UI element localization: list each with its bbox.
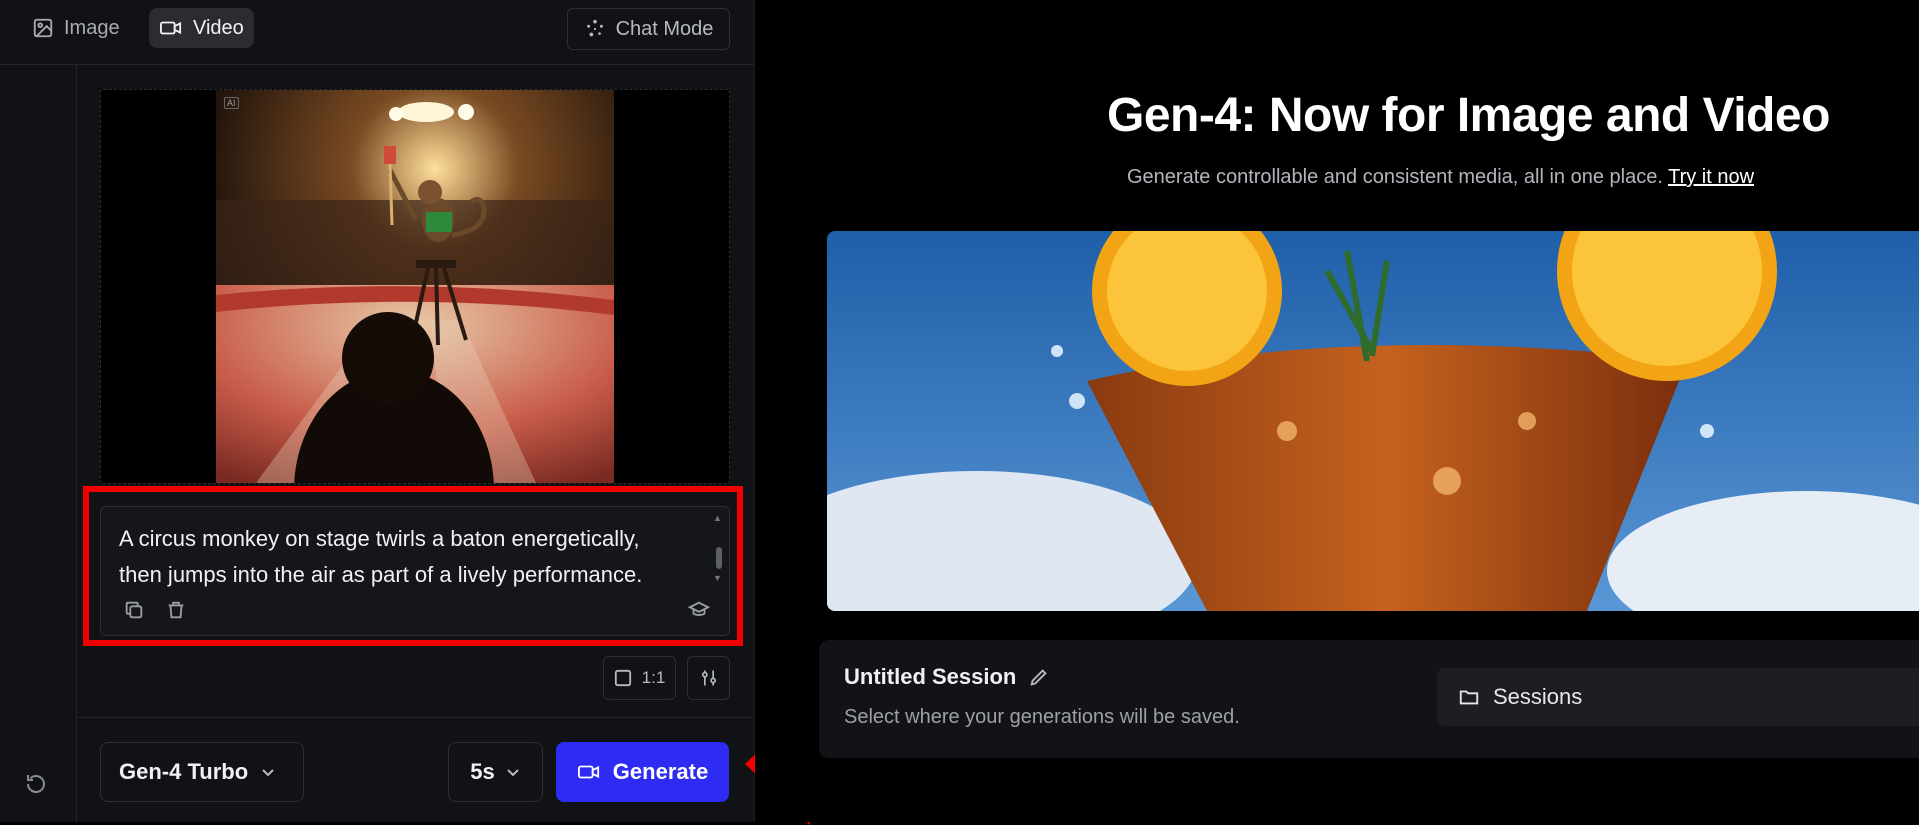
duration-select[interactable]: 5s: [448, 742, 543, 802]
aspect-ratio-button[interactable]: 1:1: [603, 656, 676, 700]
ai-badge: AI: [224, 97, 239, 109]
hero-subtitle-text: Generate controllable and consistent med…: [1127, 166, 1663, 188]
video-icon: [160, 21, 182, 35]
tab-video[interactable]: Video: [149, 8, 254, 48]
image-icon: [33, 18, 53, 38]
chat-mode-button[interactable]: Chat Mode: [567, 8, 730, 50]
session-title[interactable]: Untitled Session: [844, 664, 1050, 690]
generate-label: Generate: [612, 759, 709, 784]
aspect-ratio-label: 1:1: [641, 668, 666, 687]
hero-title: Gen-4: Now for Image and Video: [1107, 89, 1830, 142]
sessions-select[interactable]: Sessions: [1437, 668, 1919, 726]
tab-image[interactable]: Image: [22, 8, 130, 48]
sparkle-dots-icon: [586, 19, 603, 37]
hero-subtitle: Generate controllable and consistent med…: [1127, 166, 1754, 189]
tab-video-label: Video: [193, 16, 244, 39]
highlight-box: [83, 486, 743, 646]
session-title-text: Untitled Session: [844, 664, 1017, 689]
sessions-label: Sessions: [1493, 684, 1583, 709]
folder-icon: [1459, 690, 1479, 705]
pencil-icon[interactable]: [1028, 666, 1050, 688]
try-it-now-link[interactable]: Try it now: [1668, 166, 1754, 188]
chevron-down-icon: [262, 769, 274, 777]
settings-button[interactable]: [687, 656, 730, 700]
divider: [76, 717, 754, 718]
input-image-preview[interactable]: AI: [100, 89, 730, 484]
video-icon: [577, 765, 599, 779]
undo-icon[interactable]: [24, 772, 48, 801]
mode-tabs-bar: Image Video Chat Mode: [0, 0, 754, 65]
circus-monkey-image: [216, 90, 614, 483]
chevron-down-icon: [507, 769, 519, 777]
session-subtitle: Select where your generations will be sa…: [844, 706, 1240, 728]
square-icon: [614, 669, 631, 687]
chat-mode-label: Chat Mode: [615, 17, 714, 40]
session-panel: Untitled Session Select where your gener…: [819, 640, 1919, 758]
tab-image-label: Image: [64, 16, 120, 39]
sliders-icon: [701, 670, 716, 686]
generate-button[interactable]: Generate: [556, 742, 729, 802]
main-panel: Gen-4: Now for Image and Video Generate …: [755, 0, 1919, 822]
promo-banner-image[interactable]: [827, 231, 1919, 611]
model-select[interactable]: Gen-4 Turbo: [100, 742, 304, 802]
duration-label: 5s: [470, 759, 495, 784]
left-rail: [0, 64, 77, 822]
left-panel: Image Video Chat Mode AI A circus monkey…: [0, 0, 755, 822]
model-label: Gen-4 Turbo: [119, 759, 249, 784]
